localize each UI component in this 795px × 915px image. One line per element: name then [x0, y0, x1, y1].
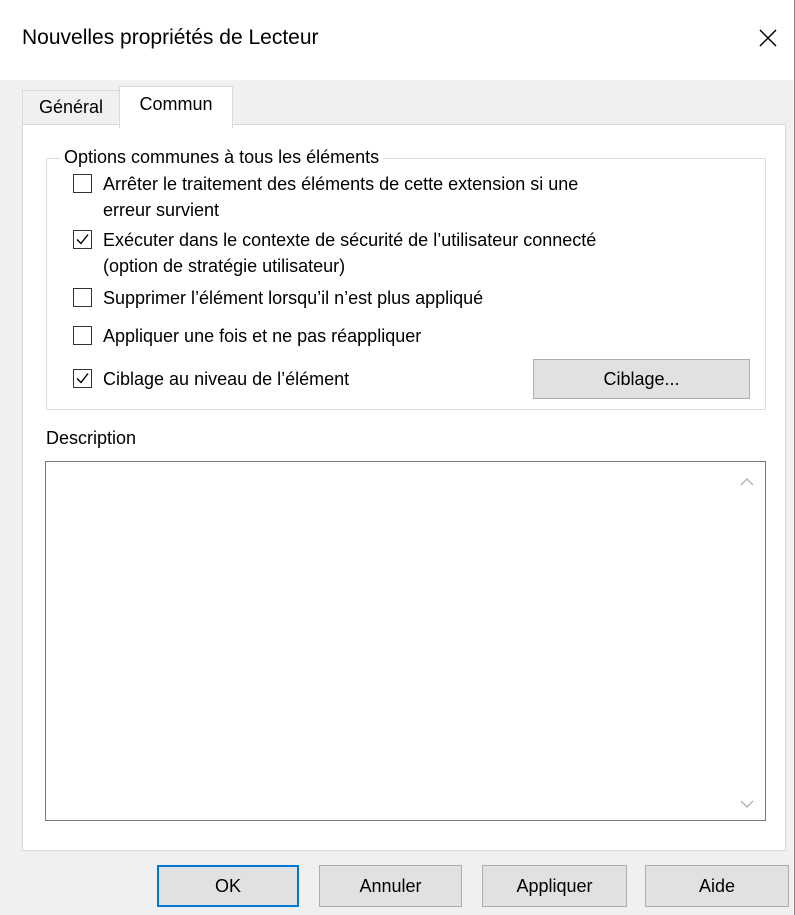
chevron-up-icon — [740, 478, 754, 486]
run-as-user-label-line2: (option de stratégie utilisateur) — [103, 256, 346, 276]
help-button[interactable]: Aide — [645, 865, 789, 907]
tab-general[interactable]: Général — [22, 90, 120, 124]
close-button[interactable] — [746, 16, 790, 60]
apply-once-checkbox[interactable] — [73, 326, 92, 345]
chevron-down-icon — [740, 800, 754, 808]
targeting-button[interactable]: Ciblage... — [533, 359, 750, 399]
options-group-legend: Options communes à tous les éléments — [60, 147, 384, 168]
item-level-targeting-checkbox[interactable] — [73, 369, 92, 388]
item-level-targeting-label: Ciblage au niveau de l’élément — [103, 369, 350, 389]
close-icon — [759, 29, 777, 47]
apply-once-label: Appliquer une fois et ne pas réappliquer — [103, 326, 422, 346]
stop-on-error-label-line1: Arrêter le traitement des éléments de ce… — [103, 174, 579, 194]
scroll-up-button[interactable] — [739, 474, 755, 490]
tab-commun[interactable]: Commun — [119, 86, 233, 128]
properties-dialog: Nouvelles propriétés de Lecteur Général … — [0, 0, 795, 915]
ok-button[interactable]: OK — [157, 865, 299, 907]
description-label: Description — [46, 428, 137, 448]
check-icon — [76, 234, 89, 245]
stop-on-error-label-line2: erreur survient — [103, 200, 220, 220]
apply-button[interactable]: Appliquer — [482, 865, 627, 907]
title-bar: Nouvelles propriétés de Lecteur — [0, 0, 794, 80]
window-title: Nouvelles propriétés de Lecteur — [22, 26, 319, 49]
run-as-user-label-line1: Exécuter dans le contexte de sécurité de… — [103, 230, 597, 250]
scroll-down-button[interactable] — [739, 796, 755, 812]
run-as-user-checkbox[interactable] — [73, 230, 92, 249]
remove-when-not-applied-label: Supprimer l’élément lorsqu’il n’est plus… — [103, 288, 484, 308]
remove-when-not-applied-checkbox[interactable] — [73, 288, 92, 307]
description-textarea[interactable] — [45, 461, 766, 821]
cancel-button[interactable]: Annuler — [319, 865, 462, 907]
stop-on-error-checkbox[interactable] — [73, 174, 92, 193]
check-icon — [76, 373, 89, 384]
